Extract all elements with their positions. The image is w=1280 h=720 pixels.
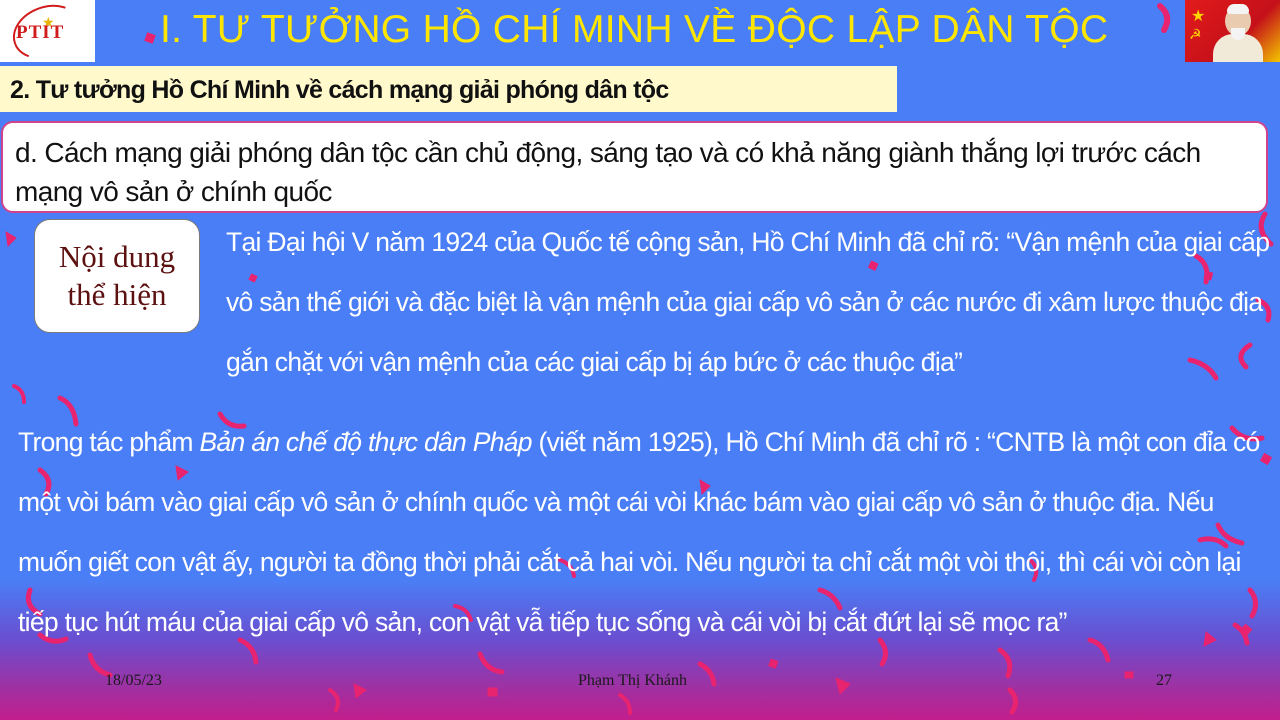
paragraph-leech-quote: Trong tác phẩm Bản án chế độ thực dân Ph… (18, 412, 1273, 652)
hammer-sickle-icon: ☭ (1189, 26, 1202, 42)
slide: ★ PTIT ★ ☭ I. TƯ TƯỞNG HỒ CHÍ MINH VỀ ĐỘ… (0, 0, 1280, 720)
footer-date: 18/05/23 (105, 672, 162, 689)
ptit-logo: ★ PTIT (0, 0, 95, 69)
portrait-hair (1227, 4, 1249, 14)
label-line-2: thể hiện (67, 277, 167, 312)
paragraph-prefix: Trong tác phẩm (18, 427, 200, 457)
footer-page-number: 27 (1156, 672, 1172, 689)
footer-author: Phạm Thị Khánh (578, 672, 688, 689)
slide-title: I. TƯ TƯỞNG HỒ CHÍ MINH VỀ ĐỘC LẬP DÂN T… (160, 8, 1109, 51)
logo-text: PTIT (16, 22, 65, 43)
section-heading-text: d. Cách mạng giải phóng dân tộc cần chủ … (15, 137, 1201, 207)
flag-star-icon: ★ (1191, 8, 1206, 25)
content-label-text: Nội dung thể hiện (59, 238, 175, 314)
work-title: Bản án chế độ thực dân Pháp (199, 427, 532, 457)
label-line-1: Nội dung (58, 239, 176, 274)
leader-portrait-image: ★ ☭ (1185, 0, 1280, 62)
paragraph-congress-quote: Tại Đại hội V năm 1924 của Quốc tế cộng … (226, 227, 1270, 377)
paragraph-rest: (viết năm 1925), Hồ Chí Minh đã chỉ rõ :… (18, 427, 1260, 637)
content-label-box: Nội dung thể hiện (34, 219, 200, 333)
section-heading-box: d. Cách mạng giải phóng dân tộc cần chủ … (1, 121, 1268, 213)
subheading-text: 2. Tư tưởng Hồ Chí Minh về cách mạng giả… (10, 76, 669, 104)
subheading-bar: 2. Tư tưởng Hồ Chí Minh về cách mạng giả… (0, 66, 897, 112)
